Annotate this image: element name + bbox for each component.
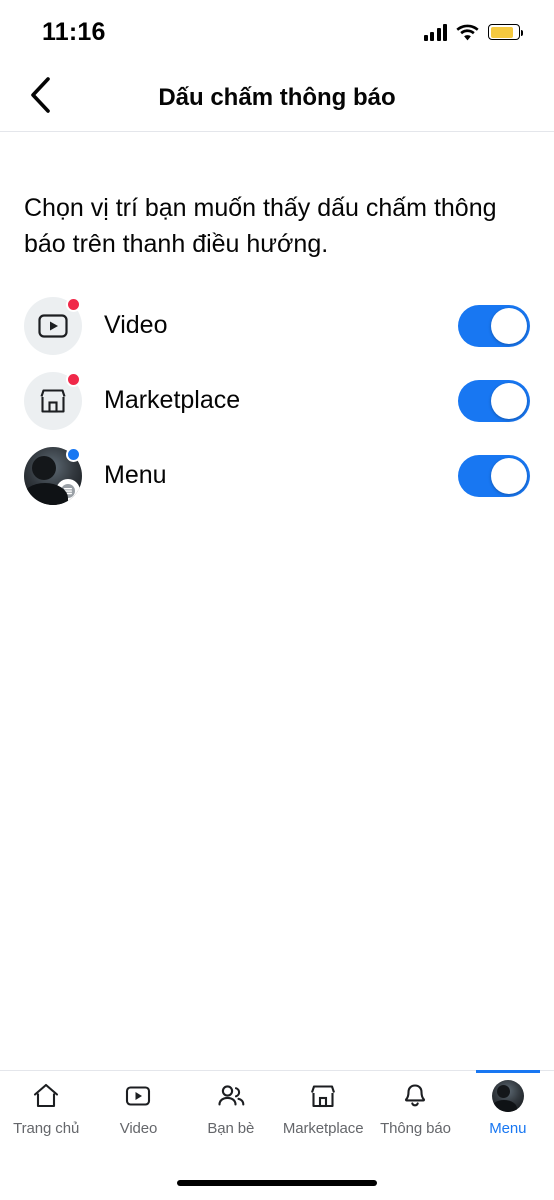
row-label-marketplace: Marketplace bbox=[104, 386, 241, 414]
row-label-menu: Menu bbox=[104, 461, 167, 489]
badge-dot-menu bbox=[66, 446, 81, 462]
status-bar-time: 11:16 bbox=[42, 17, 106, 46]
tab-label-menu: Menu bbox=[489, 1120, 527, 1137]
friends-icon bbox=[215, 1079, 247, 1113]
tab-label-home: Trang chủ bbox=[13, 1120, 80, 1137]
home-indicator[interactable] bbox=[177, 1180, 377, 1186]
tab-marketplace[interactable]: Marketplace bbox=[277, 1079, 369, 1166]
status-bar: 11:16 bbox=[0, 0, 554, 64]
tab-label-video: Video bbox=[119, 1120, 158, 1137]
cellular-bars-icon bbox=[423, 23, 447, 41]
video-play-icon bbox=[123, 1079, 153, 1113]
chevron-left-icon bbox=[29, 77, 51, 118]
setting-row-video[interactable]: Video bbox=[24, 288, 530, 363]
row-label-video: Video bbox=[104, 311, 168, 339]
battery-icon bbox=[488, 24, 523, 40]
main-content: Chọn vị trí bạn muốn thấy dấu chấm thông… bbox=[0, 132, 554, 1070]
video-icon-wrapper bbox=[24, 296, 82, 355]
description-text: Chọn vị trí bạn muốn thấy dấu chấm thông… bbox=[24, 194, 497, 258]
page-title: Dấu chấm thông báo bbox=[158, 83, 396, 111]
storefront-icon bbox=[308, 1079, 338, 1113]
menu-icon-wrapper bbox=[24, 446, 82, 505]
toggle-marketplace[interactable] bbox=[458, 379, 530, 422]
tab-video[interactable]: Video bbox=[92, 1079, 184, 1166]
status-bar-icons bbox=[423, 23, 523, 41]
back-button[interactable] bbox=[10, 68, 70, 128]
badge-dot-marketplace bbox=[66, 371, 81, 387]
tab-label-marketplace: Marketplace bbox=[282, 1120, 364, 1137]
home-indicator-area bbox=[0, 1166, 554, 1200]
tab-label-friends: Bạn bè bbox=[207, 1120, 255, 1137]
setting-row-marketplace[interactable]: Marketplace bbox=[24, 363, 530, 438]
tab-label-notifications: Thông báo bbox=[380, 1120, 451, 1137]
tab-friends[interactable]: Bạn bè bbox=[185, 1079, 277, 1166]
badge-dot-video bbox=[66, 296, 81, 312]
toggle-video[interactable] bbox=[458, 304, 530, 347]
tab-menu[interactable]: Menu bbox=[462, 1070, 554, 1166]
nav-header: Dấu chấm thông báo bbox=[0, 64, 554, 132]
toggle-menu[interactable] bbox=[458, 454, 530, 497]
phone-screen: 11:16 Dấu chấm thông báo Chọn vị trí bạn… bbox=[0, 0, 554, 1200]
tab-notifications[interactable]: Thông báo bbox=[369, 1079, 461, 1166]
setting-row-menu[interactable]: Menu bbox=[24, 438, 530, 513]
bell-icon bbox=[400, 1079, 430, 1113]
marketplace-icon-wrapper bbox=[24, 371, 82, 430]
home-icon bbox=[31, 1079, 61, 1113]
avatar-icon bbox=[491, 1079, 524, 1113]
bottom-tab-bar: Trang chủ Video Bạn bè Marketplace Thông… bbox=[0, 1070, 554, 1166]
tab-home[interactable]: Trang chủ bbox=[0, 1079, 92, 1166]
wifi-icon bbox=[456, 24, 479, 41]
hamburger-badge-icon bbox=[56, 478, 80, 503]
